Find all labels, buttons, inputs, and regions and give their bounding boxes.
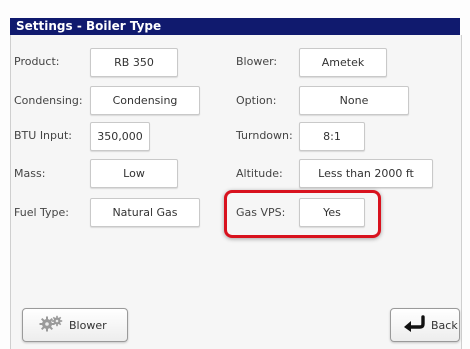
altitude-label: Altitude: (236, 167, 283, 180)
turndown-field[interactable]: 8:1 (299, 122, 365, 151)
altitude-field[interactable]: Less than 2000 ft (299, 159, 433, 188)
gas-vps-highlight (224, 190, 381, 238)
window-title: Settings - Boiler Type (10, 18, 460, 35)
gears-icon (39, 315, 65, 336)
condensing-label: Condensing: (14, 94, 83, 107)
fuel-type-label: Fuel Type: (14, 206, 69, 219)
product-field[interactable]: RB 350 (90, 48, 178, 77)
back-button[interactable]: Back (390, 308, 460, 342)
mass-field[interactable]: Low (90, 159, 178, 188)
fuel-type-field[interactable]: Natural Gas (90, 198, 200, 227)
btu-input-label: BTU Input: (14, 129, 73, 142)
blower-field[interactable]: Ametek (299, 48, 387, 77)
mass-label: Mass: (14, 167, 46, 180)
back-arrow-icon (401, 314, 427, 336)
option-field[interactable]: None (299, 86, 409, 115)
blower-button-label: Blower (69, 318, 107, 332)
btu-input-field[interactable]: 350,000 (90, 122, 150, 151)
option-label: Option: (236, 94, 277, 107)
turndown-label: Turndown: (236, 129, 293, 142)
condensing-field[interactable]: Condensing (90, 86, 200, 115)
blower-button[interactable]: Blower (22, 308, 128, 342)
product-label: Product: (14, 55, 60, 68)
back-button-label: Back (431, 318, 458, 332)
blower-label: Blower: (236, 55, 278, 68)
